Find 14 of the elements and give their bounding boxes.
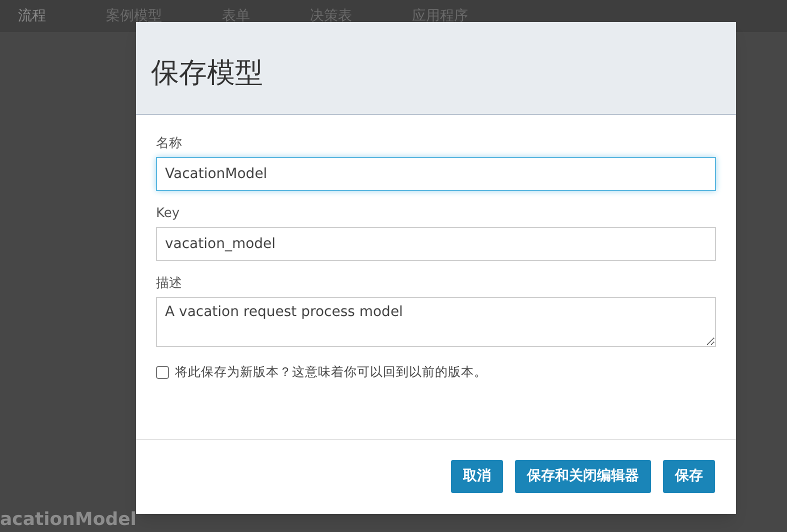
field-label: 描述 <box>156 275 183 293</box>
dialog-button[interactable]: 取消 <box>451 460 503 492</box>
dialog-button[interactable]: 保存 <box>663 460 715 492</box>
field-label: 名称 <box>156 135 183 153</box>
nav-tab[interactable]: 流程 <box>18 6 46 26</box>
field-label: Key <box>156 205 181 223</box>
model-title: acationModel <box>0 509 136 530</box>
checkbox-label: 将此保存为新版本？这意味着你可以回到以前的版本。 <box>175 363 487 381</box>
description-field[interactable]: A vacation request process model <box>156 297 716 347</box>
dialog-button[interactable]: 保存和关闭编辑器 <box>515 460 651 492</box>
input-field[interactable]: VacationModel <box>156 157 716 191</box>
input-field[interactable]: vacation_model <box>156 227 716 261</box>
checkbox[interactable] <box>156 366 169 379</box>
dialog-title: 保存模型 <box>151 55 263 91</box>
